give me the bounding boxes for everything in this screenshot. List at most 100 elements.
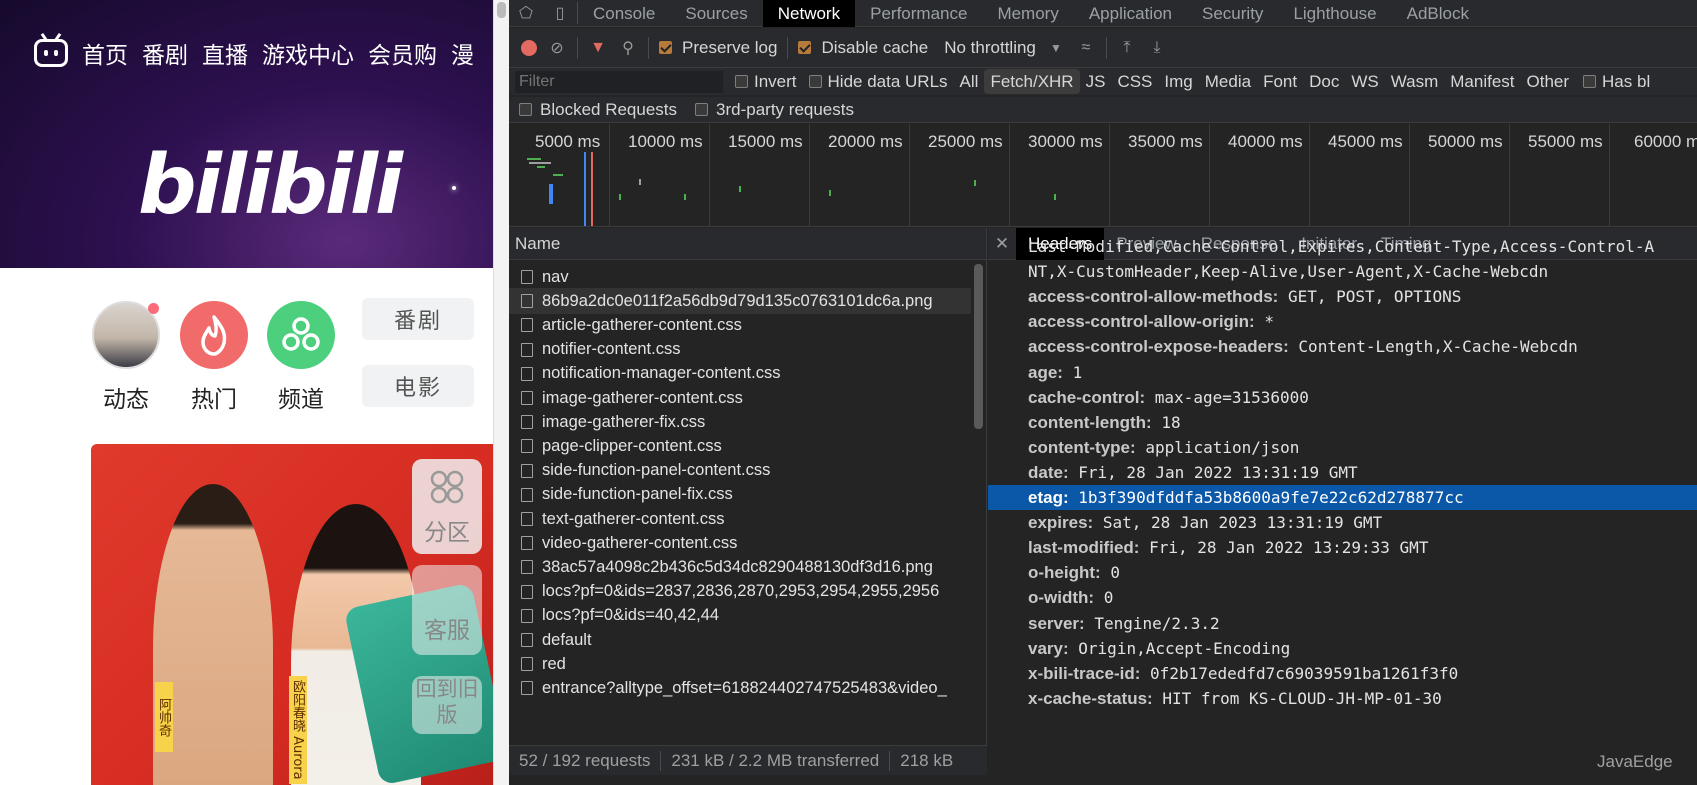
shortcut-label-channel[interactable]: 频道: [267, 380, 335, 414]
blocked-requests-checkbox[interactable]: [519, 103, 532, 116]
import-har-icon[interactable]: ⤒: [1117, 39, 1137, 57]
tab-network[interactable]: Network: [762, 0, 856, 27]
bilibili-tv-icon[interactable]: [34, 39, 68, 67]
request-row[interactable]: image-gatherer-fix.css: [509, 409, 971, 435]
filter-type-css[interactable]: CSS: [1111, 69, 1158, 94]
filter-type-ws[interactable]: WS: [1345, 69, 1384, 94]
request-row[interactable]: nav: [509, 264, 971, 290]
filter-type-img[interactable]: Img: [1158, 69, 1198, 94]
header-row[interactable]: Last-Modified,Cache-Control,Expires,Cont…: [988, 234, 1697, 259]
tab-sources[interactable]: Sources: [670, 0, 762, 27]
header-row[interactable]: o-height: 0: [988, 560, 1697, 585]
shortcut-label-hot[interactable]: 热门: [180, 380, 248, 414]
header-row[interactable]: content-type: application/json: [988, 435, 1697, 460]
device-toolbar-icon[interactable]: ▯: [543, 0, 577, 27]
request-row[interactable]: 86b9a2dc0e011f2a56db9d79d135c0763101dc6a…: [509, 288, 971, 315]
header-row[interactable]: vary: Origin,Accept-Encoding: [988, 636, 1697, 661]
nav-manga[interactable]: 漫: [451, 36, 474, 70]
float-button-old-version[interactable]: 回到旧版: [412, 676, 482, 734]
tab-application[interactable]: Application: [1074, 0, 1187, 27]
throttling-select[interactable]: No throttling: [944, 38, 1036, 58]
header-row[interactable]: x-cache-status: HIT from KS-CLOUD-JH-MP-…: [988, 686, 1697, 711]
request-row[interactable]: notifier-content.css: [509, 337, 971, 363]
export-har-icon[interactable]: ⤓: [1147, 39, 1167, 57]
nav-anime[interactable]: 番剧: [142, 36, 188, 70]
header-row[interactable]: access-control-allow-origin: *: [988, 309, 1697, 334]
chevron-down-icon[interactable]: ▼: [1046, 41, 1066, 55]
channel-icon[interactable]: [267, 301, 335, 369]
nav-home[interactable]: 首页: [82, 36, 128, 70]
header-row[interactable]: x-bili-trace-id: 0f2b17ededfd7c69039591b…: [988, 661, 1697, 686]
filter-type-other[interactable]: Other: [1521, 69, 1576, 94]
tab-console[interactable]: Console: [578, 0, 670, 27]
clear-icon[interactable]: ⊘: [547, 38, 567, 58]
nav-live[interactable]: 直播: [202, 36, 248, 70]
header-row[interactable]: content-length: 18: [988, 410, 1697, 435]
request-row[interactable]: notification-manager-content.css: [509, 361, 971, 387]
header-row[interactable]: NT,X-CustomHeader,Keep-Alive,User-Agent,…: [988, 259, 1697, 284]
tab-memory[interactable]: Memory: [982, 0, 1073, 27]
tab-adblock[interactable]: AdBlock: [1392, 0, 1484, 27]
inspect-element-icon[interactable]: ⬠: [509, 0, 543, 27]
request-row[interactable]: entrance?alltype_offset=6188244027475254…: [509, 675, 971, 701]
header-row[interactable]: age: 1: [988, 360, 1697, 385]
header-row[interactable]: date: Fri, 28 Jan 2022 13:31:19 GMT: [988, 460, 1697, 485]
request-row[interactable]: text-gatherer-content.css: [509, 506, 971, 532]
request-row[interactable]: page-clipper-content.css: [509, 433, 971, 459]
request-row[interactable]: side-function-panel-content.css: [509, 458, 971, 484]
third-party-checkbox[interactable]: [695, 103, 709, 116]
filter-type-doc[interactable]: Doc: [1303, 69, 1345, 94]
request-row[interactable]: 38ac57a4098c2b436c5d34dc8290488130df3d16…: [509, 554, 971, 580]
wifi-icon[interactable]: ≈: [1076, 39, 1096, 57]
name-column-header[interactable]: Name: [509, 228, 986, 260]
header-row[interactable]: server: Tengine/2.3.2: [988, 611, 1697, 636]
tab-performance[interactable]: Performance: [855, 0, 982, 27]
filter-type-wasm[interactable]: Wasm: [1385, 69, 1445, 94]
tab-lighthouse[interactable]: Lighthouse: [1278, 0, 1391, 27]
hide-data-urls-checkbox[interactable]: [808, 75, 822, 88]
disable-cache-label: Disable cache: [821, 37, 929, 57]
request-row[interactable]: red: [509, 651, 971, 677]
header-key: content-length:: [1028, 412, 1152, 432]
request-row[interactable]: side-function-panel-fix.css: [509, 482, 971, 508]
has-blocked-checkbox[interactable]: [1583, 75, 1597, 88]
request-row[interactable]: locs?pf=0&ids=40,42,44: [509, 603, 971, 629]
record-button[interactable]: [521, 39, 537, 56]
header-row[interactable]: expires: Sat, 28 Jan 2023 13:31:19 GMT: [988, 510, 1697, 535]
shortcut-label-dynamic[interactable]: 动态: [92, 380, 160, 414]
disable-cache-checkbox[interactable]: [798, 41, 812, 54]
request-row[interactable]: default: [509, 627, 971, 653]
category-pill-anime[interactable]: 番剧: [362, 298, 474, 340]
header-row[interactable]: access-control-expose-headers: Content-L…: [988, 334, 1697, 359]
preserve-log-checkbox[interactable]: [659, 41, 672, 54]
filter-type-media[interactable]: Media: [1199, 69, 1257, 94]
flame-icon[interactable]: [180, 301, 248, 369]
nav-mall[interactable]: 会员购: [368, 36, 437, 70]
filter-icon[interactable]: ▼: [588, 39, 608, 57]
filter-type-js[interactable]: JS: [1080, 69, 1112, 94]
filter-type-fetch-xhr[interactable]: Fetch/XHR: [984, 69, 1080, 94]
header-row[interactable]: cache-control: max-age=31536000: [988, 385, 1697, 410]
filter-type-font[interactable]: Font: [1257, 69, 1303, 94]
header-row[interactable]: access-control-allow-methods: GET, POST,…: [988, 284, 1697, 309]
filter-type-all[interactable]: All: [954, 69, 985, 94]
float-button-service[interactable]: 客服: [412, 565, 482, 655]
header-row[interactable]: last-modified: Fri, 28 Jan 2022 13:29:33…: [988, 535, 1697, 560]
request-list-scrollbar[interactable]: [974, 264, 983, 429]
float-button-section[interactable]: 分区: [412, 459, 482, 554]
page-scrollbar[interactable]: [493, 0, 509, 785]
nav-game-center[interactable]: 游戏中心: [262, 36, 354, 70]
invert-checkbox[interactable]: [735, 75, 748, 88]
header-row[interactable]: etag: 1b3f390dfddfa53b8600a9fe7e22c62d27…: [988, 485, 1697, 510]
request-row[interactable]: video-gatherer-content.css: [509, 530, 971, 556]
filter-type-manifest[interactable]: Manifest: [1444, 69, 1520, 94]
request-row[interactable]: locs?pf=0&ids=2837,2836,2870,2953,2954,2…: [509, 579, 971, 605]
network-overview-timeline[interactable]: 5000 ms 10000 ms 15000 ms 20000 ms 25000…: [509, 124, 1697, 227]
request-row[interactable]: article-gatherer-content.css: [509, 312, 971, 338]
category-pill-movie[interactable]: 电影: [362, 365, 474, 407]
search-icon[interactable]: ⚲: [618, 38, 638, 58]
header-row[interactable]: o-width: 0: [988, 585, 1697, 610]
tab-security[interactable]: Security: [1187, 0, 1278, 27]
request-row[interactable]: image-gatherer-content.css: [509, 385, 971, 411]
filter-input[interactable]: [515, 70, 723, 93]
